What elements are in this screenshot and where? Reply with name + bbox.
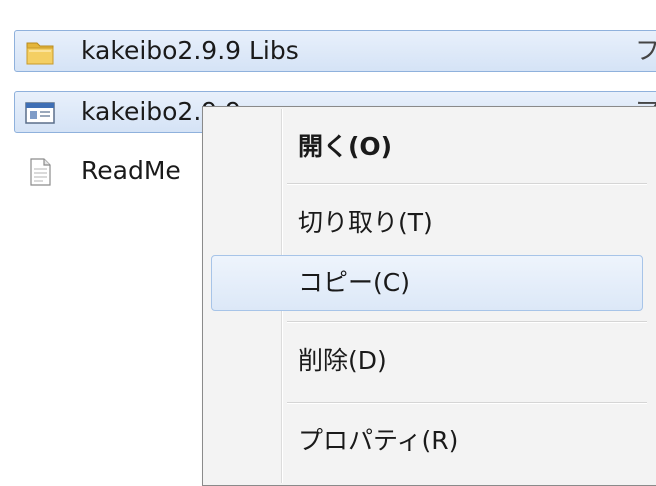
file-type-partial: フ bbox=[635, 36, 656, 65]
context-menu: 開く(O) 切り取り(T) コピー(C) 削除(D) プロパティ(R) bbox=[202, 106, 656, 486]
menu-item-label: 削除(D) bbox=[298, 346, 387, 375]
folder-icon bbox=[25, 37, 55, 67]
file-name: ReadMe bbox=[81, 156, 181, 185]
application-icon bbox=[25, 98, 55, 128]
menu-separator bbox=[287, 321, 647, 323]
menu-item-label: コピー(C) bbox=[298, 268, 410, 297]
menu-separator bbox=[287, 183, 647, 185]
menu-item-label: 切り取り(T) bbox=[298, 208, 433, 237]
menu-item-label: 開く(O) bbox=[298, 132, 393, 161]
menu-item-delete[interactable]: 削除(D) bbox=[211, 333, 643, 389]
file-row-libs-folder[interactable]: kakeibo2.9.9 Libs フ bbox=[14, 30, 656, 72]
menu-item-label: プロパティ(R) bbox=[298, 426, 459, 455]
menu-separator bbox=[287, 402, 647, 404]
menu-item-copy[interactable]: コピー(C) bbox=[211, 255, 643, 311]
menu-item-properties[interactable]: プロパティ(R) bbox=[211, 413, 643, 469]
text-document-icon bbox=[25, 157, 55, 187]
file-name: kakeibo2.9.9 Libs bbox=[81, 36, 299, 65]
menu-item-open[interactable]: 開く(O) bbox=[211, 119, 643, 175]
menu-item-cut[interactable]: 切り取り(T) bbox=[211, 195, 643, 251]
